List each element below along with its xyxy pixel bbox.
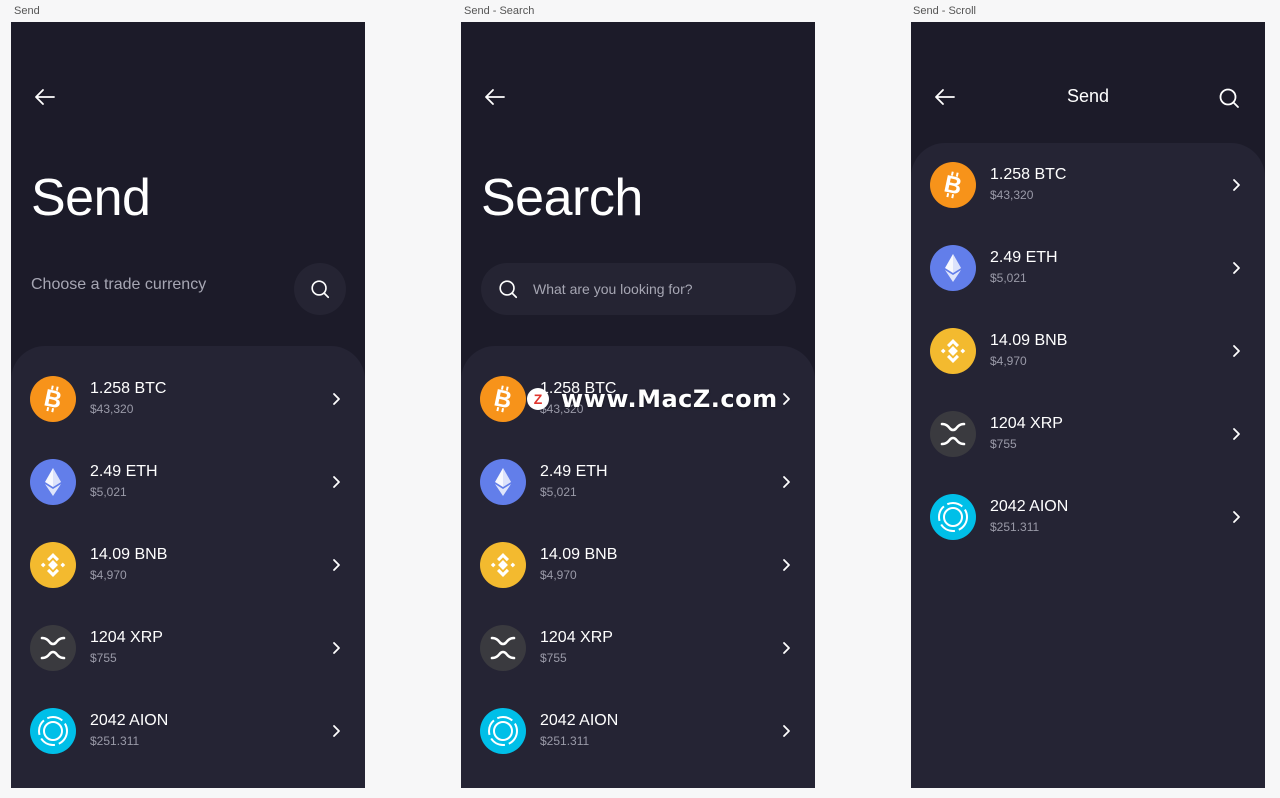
search-icon — [499, 280, 518, 299]
page-title: Search — [481, 169, 643, 227]
coin-amount: 2042 AION — [90, 712, 169, 729]
search-button[interactable] — [1217, 86, 1245, 114]
coin-value: $4,970 — [540, 568, 577, 582]
coin-amount: 1.258 BTC — [90, 380, 167, 397]
coin-value: $43,320 — [90, 402, 134, 416]
chevron-right-icon — [1227, 342, 1245, 360]
search-icon — [1219, 88, 1239, 108]
coin-amount: 2.49 ETH — [990, 249, 1058, 266]
coin-amount: 1204 XRP — [90, 629, 163, 646]
coin-value: $5,021 — [90, 485, 127, 499]
coin-amount: 1204 XRP — [990, 415, 1063, 432]
coin-amount: 1.258 BTC — [540, 380, 617, 397]
coin-row-btc[interactable]: B 1.258 BTC $43,320 — [911, 162, 1265, 245]
artboard-label-send-scroll: Send - Scroll — [913, 5, 976, 17]
coin-amount: 2.49 ETH — [540, 463, 608, 480]
chevron-right-icon — [1227, 259, 1245, 277]
coin-value: $4,970 — [990, 354, 1027, 368]
search-bar[interactable] — [481, 263, 796, 315]
coin-list-panel: B 1.258 BTC $43,320 2.49 ETH $5,021 14.0… — [911, 143, 1265, 788]
coin-amount: 1204 XRP — [540, 629, 613, 646]
artboard-label-send: Send — [14, 5, 40, 17]
arrow-left-icon — [485, 89, 505, 105]
coin-list-panel: B 1.258 BTC $43,320 2.49 ETH $5,021 14.0… — [461, 346, 815, 788]
coin-value: $5,021 — [990, 271, 1027, 285]
coin-amount: 14.09 BNB — [990, 332, 1068, 349]
coin-row-eth[interactable]: 2.49 ETH $5,021 — [911, 245, 1265, 328]
chevron-right-icon — [327, 639, 345, 657]
bitcoin-icon: B — [480, 376, 526, 422]
bitcoin-icon: B — [30, 376, 76, 422]
chevron-right-icon — [327, 556, 345, 574]
header-title: Send — [1066, 86, 1110, 106]
coin-row-btc[interactable]: B 1.258 BTC $43,320 — [11, 376, 365, 459]
chevron-right-icon — [777, 473, 795, 491]
arrow-left-icon — [35, 89, 55, 105]
ethereum-icon — [30, 459, 76, 505]
artboard-label-send-search: Send - Search — [464, 5, 535, 17]
choose-currency-label: Choose a trade currency — [31, 276, 207, 293]
chevron-right-icon — [1227, 176, 1245, 194]
coin-amount: 14.09 BNB — [90, 546, 168, 563]
coin-value: $5,021 — [540, 485, 577, 499]
chevron-right-icon — [327, 473, 345, 491]
send-screen: Send Choose a trade currency B 1.258 BTC… — [11, 22, 365, 788]
coin-row-eth[interactable]: 2.49 ETH $5,021 — [461, 459, 815, 542]
ethereum-icon — [930, 245, 976, 291]
coin-value: $43,320 — [990, 188, 1034, 202]
coin-row-bnb[interactable]: 14.09 BNB $4,970 — [911, 328, 1265, 411]
coin-list-panel: B 1.258 BTC $43,320 2.49 ETH $5,021 14.0… — [11, 346, 365, 788]
chevron-right-icon — [327, 722, 345, 740]
binance-icon — [480, 542, 526, 588]
chevron-right-icon — [777, 556, 795, 574]
coin-amount: 2042 AION — [990, 498, 1069, 515]
coin-value: $755 — [990, 437, 1017, 451]
back-button[interactable] — [31, 83, 59, 111]
scroll-screen: Send B 1.258 BTC $43,320 2.49 ETH $5,021… — [911, 22, 1265, 788]
coin-value: $755 — [90, 651, 117, 665]
chevron-right-icon — [327, 390, 345, 408]
coin-value: $43,320 — [540, 402, 584, 416]
search-input[interactable] — [533, 281, 773, 297]
ethereum-icon — [480, 459, 526, 505]
coin-amount: 1.258 BTC — [990, 166, 1067, 183]
coin-row-xrp[interactable]: 1204 XRP $755 — [461, 625, 815, 708]
aion-icon — [480, 708, 526, 754]
coin-row-xrp[interactable]: 1204 XRP $755 — [11, 625, 365, 708]
coin-value: $755 — [540, 651, 567, 665]
page-title: Send — [31, 169, 151, 227]
binance-icon — [930, 328, 976, 374]
coin-row-xrp[interactable]: 1204 XRP $755 — [911, 411, 1265, 494]
chevron-right-icon — [777, 390, 795, 408]
coin-row-btc[interactable]: B 1.258 BTC $43,320 — [461, 376, 815, 459]
search-screen: Search B 1.258 BTC $43,320 2.49 ETH $5,0… — [461, 22, 815, 788]
coin-row-aion[interactable]: 2042 AION $251.311 — [11, 708, 365, 788]
xrp-icon — [30, 625, 76, 671]
search-icon — [311, 280, 330, 299]
binance-icon — [30, 542, 76, 588]
coin-value: $251.311 — [540, 734, 590, 748]
coin-row-aion[interactable]: 2042 AION $251.311 — [911, 494, 1265, 577]
aion-icon — [930, 494, 976, 540]
coin-amount: 2.49 ETH — [90, 463, 158, 480]
chevron-right-icon — [777, 639, 795, 657]
chevron-right-icon — [1227, 508, 1245, 526]
xrp-icon — [930, 411, 976, 457]
coin-row-bnb[interactable]: 14.09 BNB $4,970 — [11, 542, 365, 625]
search-button[interactable] — [294, 263, 346, 315]
coin-value: $4,970 — [90, 568, 127, 582]
coin-amount: 2042 AION — [540, 712, 619, 729]
bitcoin-icon: B — [930, 162, 976, 208]
coin-row-aion[interactable]: 2042 AION $251.311 — [461, 708, 815, 788]
aion-icon — [30, 708, 76, 754]
coin-row-eth[interactable]: 2.49 ETH $5,021 — [11, 459, 365, 542]
coin-value: $251.311 — [990, 520, 1040, 534]
coin-row-bnb[interactable]: 14.09 BNB $4,970 — [461, 542, 815, 625]
coin-amount: 14.09 BNB — [540, 546, 618, 563]
chevron-right-icon — [777, 722, 795, 740]
xrp-icon — [480, 625, 526, 671]
chevron-right-icon — [1227, 425, 1245, 443]
back-button[interactable] — [481, 83, 509, 111]
coin-value: $251.311 — [90, 734, 140, 748]
